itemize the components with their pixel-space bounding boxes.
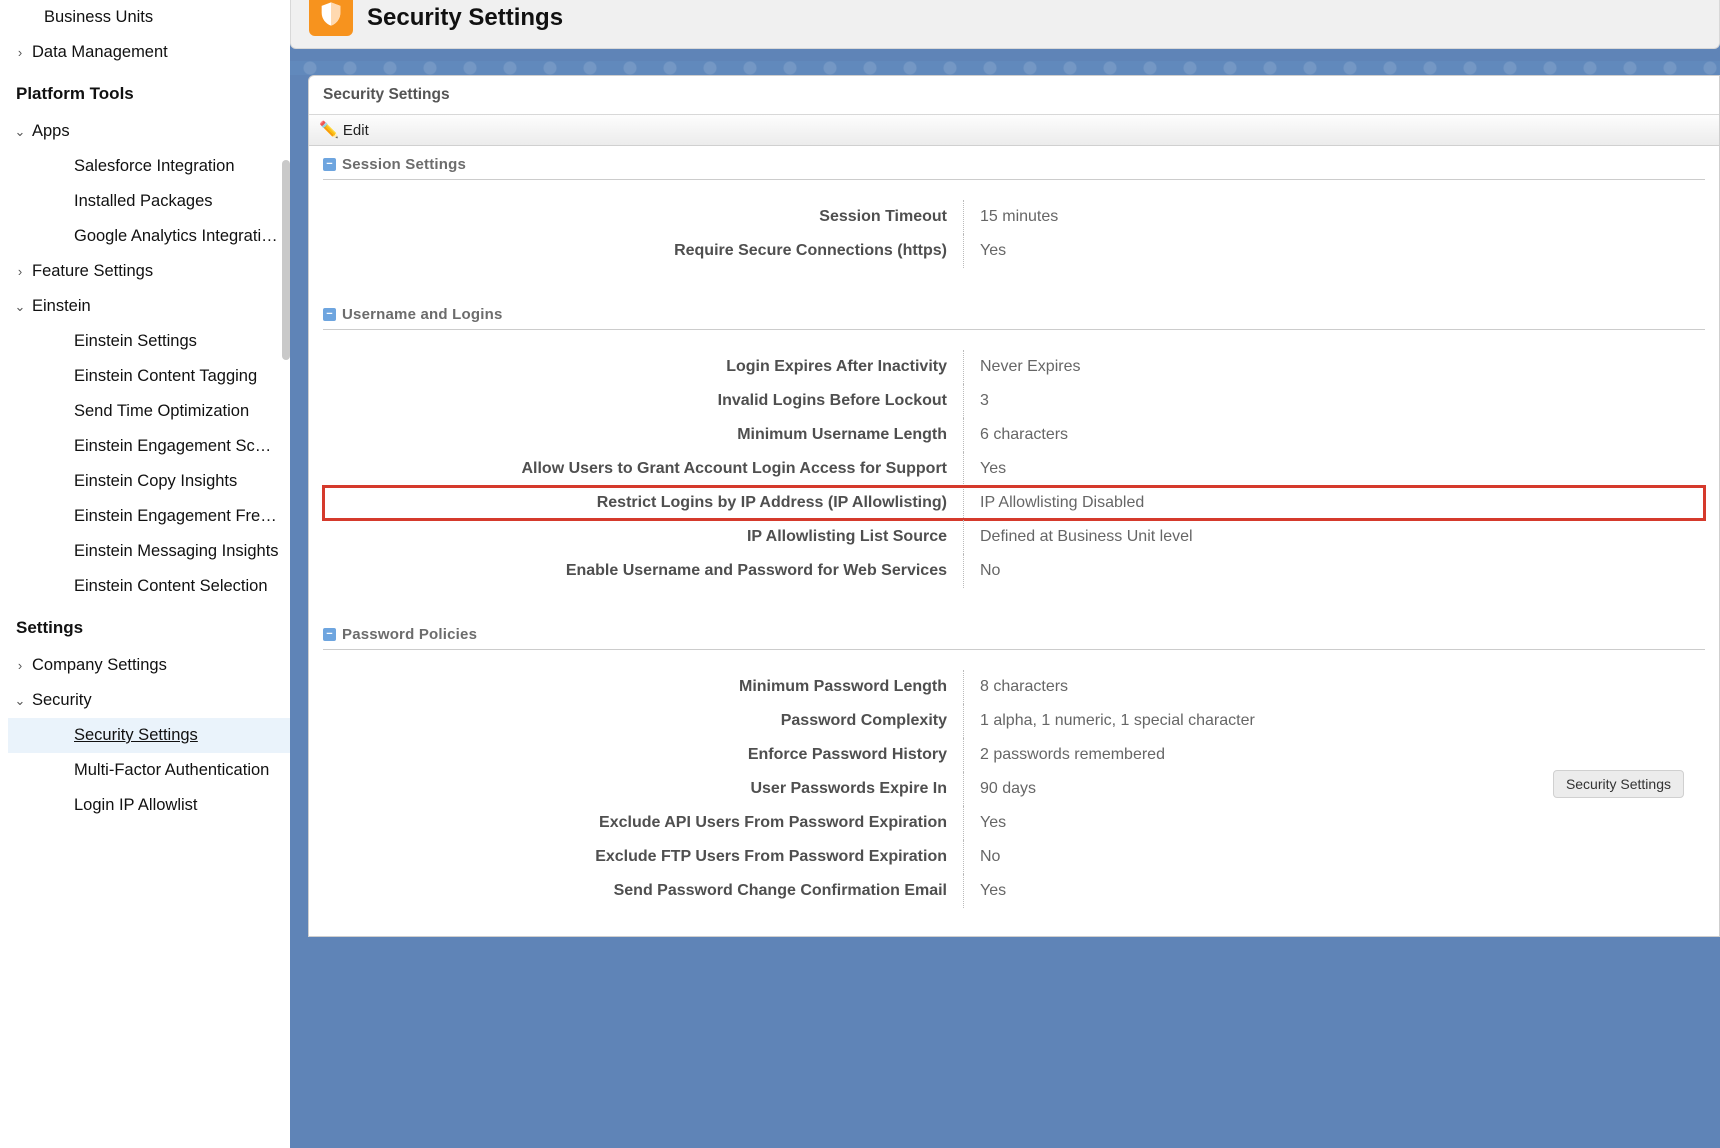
- sidebar-item-feature-settings[interactable]: › Feature Settings: [8, 254, 290, 289]
- setting-value: No: [964, 848, 1705, 866]
- sidebar-item-security-settings[interactable]: Security Settings: [8, 718, 290, 753]
- tooltip-security-settings: Security Settings: [1553, 770, 1684, 798]
- setting-label: IP Allowlisting List Source: [323, 528, 963, 546]
- chevron-right-icon: ›: [8, 658, 32, 673]
- setting-value: 3: [964, 392, 1705, 410]
- setting-row: Require Secure Connections (https) Yes: [323, 234, 1705, 268]
- setting-label: Invalid Logins Before Lockout: [323, 392, 963, 410]
- edit-button[interactable]: ✏️ Edit: [309, 115, 1719, 146]
- collapse-icon: −: [323, 158, 336, 171]
- sidebar-item-einstein[interactable]: ⌄ Einstein: [8, 289, 290, 324]
- sidebar-item-einstein-content-tagging[interactable]: Einstein Content Tagging: [8, 359, 290, 394]
- setting-row: Session Timeout 15 minutes: [323, 200, 1705, 234]
- sidebar-section-platform-tools: Platform Tools: [8, 70, 290, 114]
- content-card: Security Settings ✏️ Edit − Session Sett…: [308, 75, 1720, 937]
- sidebar-item-business-units[interactable]: Business Units: [8, 0, 290, 35]
- setting-label: Enable Username and Password for Web Ser…: [323, 562, 963, 580]
- scrollbar-thumb[interactable]: [282, 160, 290, 360]
- setting-value: IP Allowlisting Disabled: [964, 494, 1705, 512]
- setting-value: 15 minutes: [964, 208, 1705, 226]
- chevron-down-icon: ⌄: [8, 124, 32, 140]
- setting-label: Minimum Username Length: [323, 426, 963, 444]
- setting-row: Password Complexity1 alpha, 1 numeric, 1…: [323, 704, 1705, 738]
- section-header-session[interactable]: − Session Settings: [323, 146, 1705, 180]
- chevron-right-icon: ›: [8, 45, 32, 60]
- sidebar-item-einstein-copy-insights[interactable]: Einstein Copy Insights: [8, 464, 290, 499]
- sidebar-item-apps[interactable]: ⌄ Apps: [8, 114, 290, 149]
- setting-row: Enable Username and Password for Web Ser…: [323, 554, 1705, 588]
- setting-value: 2 passwords remembered: [964, 746, 1705, 764]
- sidebar-item-salesforce-integration[interactable]: Salesforce Integration: [8, 149, 290, 184]
- sidebar-item-einstein-settings[interactable]: Einstein Settings: [8, 324, 290, 359]
- edit-label: Edit: [343, 122, 369, 139]
- sidebar-item-google-analytics[interactable]: Google Analytics Integrati…: [8, 219, 290, 254]
- page-header: Security Settings: [290, 0, 1720, 49]
- setting-label: User Passwords Expire In: [323, 780, 963, 798]
- setting-value: Never Expires: [964, 358, 1705, 376]
- setting-label: Require Secure Connections (https): [323, 242, 963, 260]
- setting-row: Send Password Change Confirmation EmailY…: [323, 874, 1705, 908]
- setting-row: Minimum Username Length6 characters: [323, 418, 1705, 452]
- card-title: Security Settings: [309, 76, 1719, 115]
- setting-row: Login Expires After InactivityNever Expi…: [323, 350, 1705, 384]
- setting-value: 8 characters: [964, 678, 1705, 696]
- sidebar-section-settings: Settings: [8, 604, 290, 648]
- setting-label: Session Timeout: [323, 208, 963, 226]
- setting-row: Enforce Password History2 passwords reme…: [323, 738, 1705, 772]
- chevron-down-icon: ⌄: [8, 299, 32, 315]
- setting-label: Login Expires After Inactivity: [323, 358, 963, 376]
- setting-value: Yes: [964, 882, 1705, 900]
- setting-value: No: [964, 562, 1705, 580]
- setting-value: 1 alpha, 1 numeric, 1 special character: [964, 712, 1705, 730]
- setting-row: IP Allowlisting List SourceDefined at Bu…: [323, 520, 1705, 554]
- setting-label: Password Complexity: [323, 712, 963, 730]
- main-content: Security Settings Security Settings ✏️ E…: [290, 0, 1720, 1148]
- sidebar-item-einstein-engagement-frequency[interactable]: Einstein Engagement Freq…: [8, 499, 290, 534]
- setting-value: Yes: [964, 814, 1705, 832]
- section-header-username[interactable]: − Username and Logins: [323, 296, 1705, 330]
- setting-row: Minimum Password Length8 characters: [323, 670, 1705, 704]
- page-title: Security Settings: [367, 4, 563, 32]
- sidebar-item-einstein-messaging-insights[interactable]: Einstein Messaging Insights: [8, 534, 290, 569]
- decorative-strip: [290, 61, 1720, 75]
- collapse-icon: −: [323, 308, 336, 321]
- collapse-icon: −: [323, 628, 336, 641]
- sidebar: Business Units › Data Management Platfor…: [0, 0, 290, 1148]
- setting-label: Exclude FTP Users From Password Expirati…: [323, 848, 963, 866]
- chevron-right-icon: ›: [8, 264, 32, 279]
- sidebar-item-data-management[interactable]: › Data Management: [8, 35, 290, 70]
- setting-row: Invalid Logins Before Lockout3: [323, 384, 1705, 418]
- setting-row: Exclude FTP Users From Password Expirati…: [323, 840, 1705, 874]
- setting-label: Minimum Password Length: [323, 678, 963, 696]
- setting-label: Exclude API Users From Password Expirati…: [323, 814, 963, 832]
- setting-row: User Passwords Expire In90 days: [323, 772, 1705, 806]
- setting-label: Send Password Change Confirmation Email: [323, 882, 963, 900]
- sidebar-item-login-ip-allowlist[interactable]: Login IP Allowlist: [8, 788, 290, 823]
- section-header-password[interactable]: − Password Policies: [323, 616, 1705, 650]
- setting-label: Restrict Logins by IP Address (IP Allowl…: [323, 494, 963, 512]
- setting-value: Yes: [964, 460, 1705, 478]
- sidebar-item-einstein-content-selection[interactable]: Einstein Content Selection: [8, 569, 290, 604]
- setting-value: 6 characters: [964, 426, 1705, 444]
- sidebar-item-einstein-engagement-scoring[interactable]: Einstein Engagement Scor…: [8, 429, 290, 464]
- sidebar-item-installed-packages[interactable]: Installed Packages: [8, 184, 290, 219]
- shield-icon: [309, 0, 353, 36]
- setting-row-ip-allowlisting: Restrict Logins by IP Address (IP Allowl…: [323, 486, 1705, 520]
- setting-value: Yes: [964, 242, 1705, 260]
- sidebar-item-company-settings[interactable]: › Company Settings: [8, 648, 290, 683]
- chevron-down-icon: ⌄: [8, 693, 32, 709]
- setting-value: Defined at Business Unit level: [964, 528, 1705, 546]
- setting-row: Allow Users to Grant Account Login Acces…: [323, 452, 1705, 486]
- setting-label: Enforce Password History: [323, 746, 963, 764]
- sidebar-item-mfa[interactable]: Multi-Factor Authentication: [8, 753, 290, 788]
- setting-label: Allow Users to Grant Account Login Acces…: [323, 460, 963, 478]
- sidebar-item-send-time-optimization[interactable]: Send Time Optimization: [8, 394, 290, 429]
- pencil-icon: ✏️: [319, 120, 339, 140]
- sidebar-item-security[interactable]: ⌄ Security: [8, 683, 290, 718]
- setting-row: Exclude API Users From Password Expirati…: [323, 806, 1705, 840]
